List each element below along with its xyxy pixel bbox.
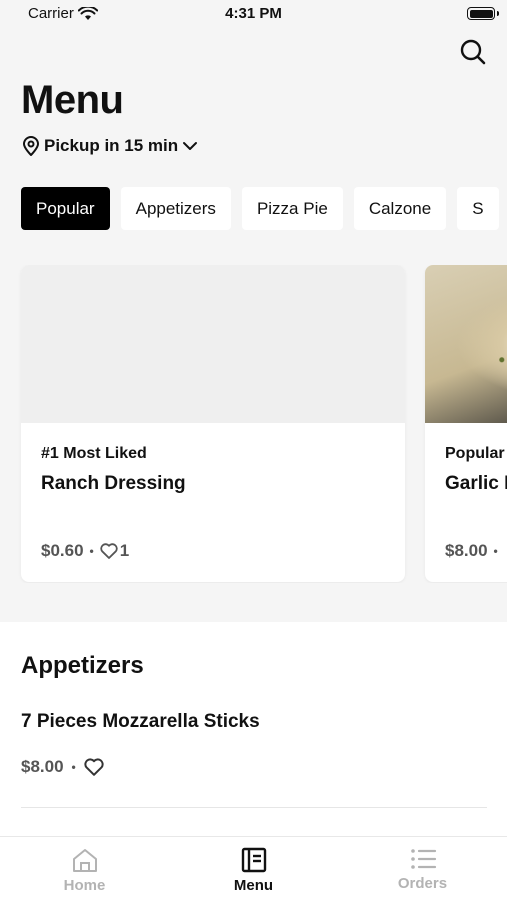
tab-pizza-pie[interactable]: Pizza Pie: [241, 187, 343, 230]
pickup-label: Pickup in 15 min: [44, 136, 179, 155]
category-tabs: Popular Appetizers Pizza Pie Calzone S: [21, 187, 507, 231]
tab-partial[interactable]: S: [457, 187, 499, 230]
tabbar-home[interactable]: Home: [0, 837, 169, 900]
menu-item-price: $8.00: [21, 757, 64, 776]
separator-dot: •: [493, 544, 498, 558]
card-tag: Popular: [445, 445, 505, 462]
card-price: $0.60: [41, 541, 84, 560]
featured-card[interactable]: #1 Most Liked Ranch Dressing $0.60 • 1: [21, 265, 405, 582]
search-icon: [460, 39, 486, 65]
card-item-name: Ranch Dressing: [41, 473, 186, 494]
card-meta: $0.60 • 1: [41, 541, 129, 561]
heart-icon: [100, 543, 118, 559]
tab-appetizers[interactable]: Appetizers: [120, 187, 231, 230]
tabbar-orders-label: Orders: [397, 875, 448, 892]
pickup-selector[interactable]: Pickup in 15 min: [22, 136, 198, 156]
separator-dot: •: [89, 544, 94, 558]
menu-book-icon: [241, 847, 266, 873]
heart-icon[interactable]: [84, 758, 104, 776]
page-title: Menu: [21, 78, 124, 122]
battery-icon: [467, 7, 499, 20]
card-meta: $8.00 •: [445, 541, 498, 561]
menu-item-name: 7 Pieces Mozzarella Sticks: [21, 711, 260, 732]
separator-dot: •: [71, 760, 76, 774]
search-button[interactable]: [459, 38, 487, 66]
item-image-placeholder: [21, 265, 405, 423]
card-tag: #1 Most Liked: [41, 445, 147, 462]
tab-calzone[interactable]: Calzone: [353, 187, 447, 230]
tabbar-menu-label: Menu: [233, 877, 274, 894]
tab-popular[interactable]: Popular: [21, 187, 110, 230]
menu-item-meta: $8.00 •: [21, 757, 104, 777]
card-item-name: Garlic K: [445, 473, 507, 494]
tabbar-orders[interactable]: Orders: [338, 837, 507, 900]
featured-carousel: #1 Most Liked Ranch Dressing $0.60 • 1 P…: [0, 265, 507, 583]
list-icon: [410, 849, 436, 869]
likes: 1: [100, 541, 129, 561]
chevron-down-icon: [183, 142, 198, 150]
home-icon: [72, 849, 97, 872]
tabbar-menu[interactable]: Menu: [169, 837, 338, 900]
bottom-tab-bar: Home Menu Orders: [0, 836, 507, 900]
location-pin-icon: [23, 136, 39, 156]
tabbar-home-label: Home: [63, 877, 106, 894]
likes-count: 1: [119, 541, 130, 560]
card-price: $8.00: [445, 541, 488, 560]
status-bar: Carrier 4:31 PM: [0, 0, 507, 28]
featured-card[interactable]: Popular Garlic K $8.00 •: [425, 265, 507, 582]
section-title-appetizers: Appetizers: [21, 652, 144, 679]
food-photo: [425, 265, 507, 423]
status-time: 4:31 PM: [225, 5, 282, 22]
menu-item-row[interactable]: 7 Pieces Mozzarella Sticks $8.00 •: [21, 705, 487, 808]
